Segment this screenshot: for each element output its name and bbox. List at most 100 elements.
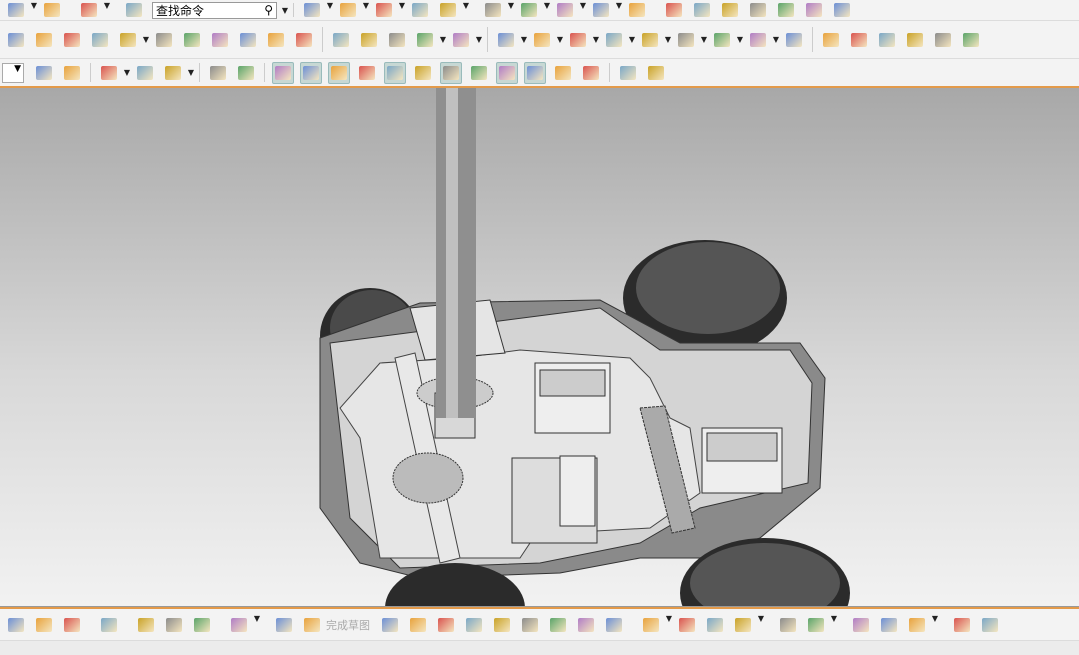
snap-cross-icon[interactable] — [496, 61, 518, 84]
chevron-down-icon[interactable]: ▼ — [556, 35, 564, 44]
convert-icon[interactable] — [979, 614, 1001, 636]
gem-icon[interactable] — [414, 29, 436, 51]
flange-icon[interactable] — [932, 29, 954, 51]
chamfer-icon[interactable] — [519, 614, 541, 636]
mirror-icon[interactable] — [777, 614, 799, 636]
chevron-down-icon[interactable]: ▼ — [439, 35, 447, 44]
snap-midpoint-icon[interactable] — [300, 61, 322, 84]
snap-endpoint-icon[interactable] — [272, 61, 294, 84]
analysis-icon[interactable] — [518, 1, 540, 19]
trim-icon[interactable] — [209, 29, 231, 51]
finish-sketch-button[interactable]: 完成草图 — [326, 617, 370, 633]
circle-icon[interactable] — [463, 614, 485, 636]
layer-icon[interactable] — [437, 1, 459, 19]
rect-select-icon[interactable] — [162, 62, 184, 84]
move-face-icon[interactable] — [450, 29, 472, 51]
chevron-down-icon[interactable]: ▼ — [628, 35, 636, 44]
chevron-down-icon[interactable]: ▼ — [931, 614, 939, 636]
chevron-down-icon[interactable]: ▼ — [30, 1, 38, 19]
chevron-down-icon[interactable]: ▼ — [543, 1, 551, 19]
surface-icon[interactable] — [783, 29, 805, 51]
chevron-down-icon[interactable]: ▼ — [142, 35, 150, 44]
offset-curve-icon[interactable] — [640, 614, 662, 636]
delete-face-icon[interactable] — [531, 29, 553, 51]
explode-icon[interactable] — [228, 614, 250, 636]
chevron-down-icon[interactable]: ▼ — [187, 68, 195, 77]
face-icon[interactable] — [207, 62, 229, 84]
sketch-frame-icon[interactable] — [273, 614, 295, 636]
snap-quadrant-icon[interactable] — [468, 62, 490, 84]
fit-view-icon[interactable] — [301, 1, 323, 19]
snap-point-icon[interactable] — [482, 1, 504, 19]
check-icon[interactable] — [747, 1, 769, 19]
rectangle-icon[interactable] — [547, 614, 569, 636]
chevron-down-icon[interactable]: ▼ — [398, 1, 406, 19]
snap-curve-icon[interactable] — [356, 62, 378, 84]
snap-center-icon[interactable] — [440, 61, 462, 84]
body-icon[interactable] — [235, 62, 257, 84]
chevron-down-icon[interactable]: ▼ — [475, 35, 483, 44]
profile-icon[interactable] — [379, 614, 401, 636]
boss-icon[interactable] — [5, 29, 27, 51]
paste-face-icon[interactable] — [711, 29, 733, 51]
unite-icon[interactable] — [117, 29, 139, 51]
graphics-viewport[interactable] — [0, 88, 1079, 653]
display-icon[interactable] — [906, 614, 928, 636]
move-point-icon[interactable] — [134, 62, 156, 84]
block-icon[interactable] — [293, 29, 315, 51]
relation-icon[interactable] — [951, 614, 973, 636]
chevron-down-icon[interactable]: ▼ — [520, 35, 528, 44]
package-icon[interactable] — [98, 614, 120, 636]
polygon-icon[interactable] — [575, 614, 597, 636]
grid-snap-icon[interactable] — [580, 62, 602, 84]
assembly-icon[interactable] — [33, 614, 55, 636]
replace-face-icon[interactable] — [567, 29, 589, 51]
arc-icon[interactable] — [435, 614, 457, 636]
chevron-down-icon[interactable]: ▼ — [592, 35, 600, 44]
finish-flag-icon[interactable] — [301, 614, 323, 636]
section-curve-icon[interactable] — [960, 29, 982, 51]
chevron-down-icon[interactable]: ▼ — [700, 35, 708, 44]
chevron-down-icon[interactable]: ▼ — [326, 1, 334, 19]
section-icon[interactable] — [409, 1, 431, 19]
frame-icon[interactable] — [617, 62, 639, 84]
trim-curve-icon[interactable] — [676, 614, 698, 636]
select-icon[interactable] — [61, 62, 83, 84]
mesh-icon[interactable] — [820, 29, 842, 51]
chevron-down-icon[interactable]: ▼ — [507, 1, 515, 19]
fillet-icon[interactable] — [491, 614, 513, 636]
snap-surface-icon[interactable] — [552, 62, 574, 84]
cube-view-icon[interactable] — [373, 1, 395, 19]
redo-icon[interactable] — [41, 1, 63, 19]
layers-icon[interactable] — [663, 1, 685, 19]
chain-icon[interactable] — [163, 614, 185, 636]
point-icon[interactable] — [603, 614, 625, 636]
shell-icon[interactable] — [237, 29, 259, 51]
chevron-down-icon[interactable]: ▼ — [736, 35, 744, 44]
filter-icon[interactable] — [33, 62, 55, 84]
chevron-down-icon[interactable]: ▼ — [665, 614, 673, 636]
line-icon[interactable] — [407, 614, 429, 636]
chevron-down-icon[interactable]: ▼ — [772, 35, 780, 44]
link-icon[interactable] — [135, 614, 157, 636]
sweep-icon[interactable] — [181, 29, 203, 51]
blend-icon[interactable] — [876, 29, 898, 51]
chevron-down-icon[interactable]: ▼ — [253, 614, 261, 636]
pull-face-icon[interactable] — [747, 29, 769, 51]
offset-face-icon[interactable] — [495, 29, 517, 51]
render-style-icon[interactable] — [337, 1, 359, 19]
deselect-icon[interactable] — [98, 62, 120, 84]
chevron-down-icon[interactable]: ▼ — [123, 68, 131, 77]
info-icon[interactable] — [123, 1, 145, 19]
chevron-down-icon[interactable]: ▼ — [830, 614, 838, 636]
chevron-down-icon[interactable]: ▼ — [757, 614, 765, 636]
geometric-icon[interactable] — [878, 614, 900, 636]
component-icon[interactable] — [61, 614, 83, 636]
split-body-icon[interactable] — [89, 29, 111, 51]
tool-icon[interactable] — [775, 1, 797, 19]
chevron-down-icon[interactable]: ▼ — [579, 1, 587, 19]
undo-icon[interactable] — [5, 1, 27, 19]
move-icon[interactable] — [639, 29, 661, 51]
constraint-dim-icon[interactable] — [850, 614, 872, 636]
patch-icon[interactable] — [848, 29, 870, 51]
